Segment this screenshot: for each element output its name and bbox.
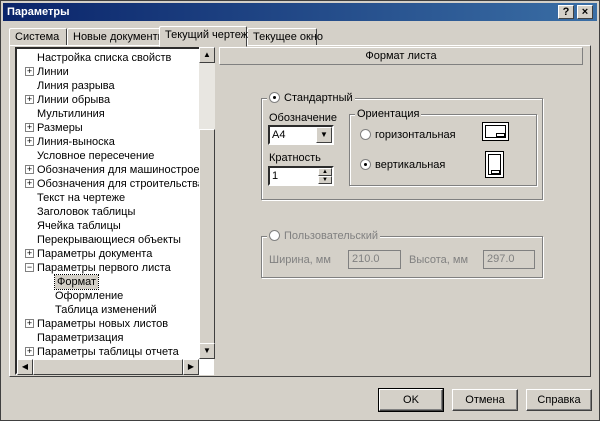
tree-item[interactable]: Параметры новых листов xyxy=(37,317,168,331)
expand-icon[interactable]: + xyxy=(25,165,34,174)
scroll-thumb[interactable] xyxy=(33,359,183,375)
expand-icon[interactable]: + xyxy=(25,347,34,356)
tree-item[interactable]: Линии обрыва xyxy=(37,93,110,107)
scroll-up-icon[interactable]: ▲ xyxy=(199,47,215,63)
tree-item[interactable]: Линия-выноска xyxy=(37,135,115,149)
radio-icon xyxy=(360,129,371,140)
panel-header: Формат листа xyxy=(219,47,583,65)
scroll-thumb[interactable] xyxy=(199,129,215,359)
tree-vertical-scrollbar[interactable]: ▲ ▼ xyxy=(199,47,215,359)
portrait-sheet-icon xyxy=(485,151,504,178)
tree-item[interactable]: Параметры первого листа xyxy=(37,261,171,275)
scroll-left-icon[interactable]: ◀ xyxy=(17,359,33,375)
spin-down-icon[interactable]: ▼ xyxy=(318,176,332,184)
custom-radio[interactable]: Пользовательский xyxy=(267,230,380,243)
multiplicity-stepper[interactable]: 1 ▲ ▼ xyxy=(268,166,334,186)
tab-new-documents[interactable]: Новые документы xyxy=(67,28,166,46)
expand-icon[interactable]: + xyxy=(25,319,34,328)
tab-current-window[interactable]: Текущее окно xyxy=(247,28,323,46)
tree-horizontal-scrollbar[interactable]: ◀ ▶ xyxy=(17,359,199,375)
tree-item[interactable]: Линии xyxy=(37,65,69,79)
height-label: Высота, мм xyxy=(409,254,469,266)
tree-item[interactable]: Перекрывающиеся объекты xyxy=(37,233,181,247)
expand-icon[interactable]: + xyxy=(25,179,34,188)
ok-button[interactable]: OK xyxy=(378,388,444,412)
settings-tree[interactable]: Настройка списка свойств + Линии Линия р… xyxy=(15,47,214,375)
title-bar: Параметры ? × xyxy=(3,3,597,21)
tree-item[interactable]: Обозначения для машиностроения xyxy=(37,163,212,177)
tree-item[interactable]: Текст на чертеже xyxy=(37,191,125,205)
tab-current-drawing[interactable]: Текущий чертеж xyxy=(159,26,248,47)
window-title: Параметры xyxy=(7,6,70,18)
designation-value: А4 xyxy=(272,129,286,141)
tree-item[interactable]: Ячейка таблицы xyxy=(37,219,121,233)
height-field[interactable]: 297.0 xyxy=(483,250,535,269)
tree-item[interactable]: Параметры документа xyxy=(37,247,152,261)
tree-item[interactable]: Заголовок таблицы xyxy=(37,205,135,219)
close-icon[interactable]: × xyxy=(577,5,593,19)
tree-item[interactable]: Размеры xyxy=(37,121,83,135)
tree-item[interactable]: Настройка списка свойств xyxy=(37,51,171,65)
designation-label: Обозначение xyxy=(269,112,338,124)
help-icon[interactable]: ? xyxy=(558,5,574,19)
tree-item[interactable]: Мультилиния xyxy=(37,107,105,121)
tree-item-selected[interactable]: Формат xyxy=(53,274,100,290)
horizontal-radio[interactable]: горизонтальная xyxy=(360,128,456,142)
tree-item[interactable]: Оформление xyxy=(55,289,123,303)
radio-selected-icon xyxy=(269,92,280,103)
orientation-legend: Ориентация xyxy=(355,108,422,121)
multiplicity-value: 1 xyxy=(272,170,279,182)
designation-select[interactable]: А4 ▼ xyxy=(268,125,334,145)
tree-item[interactable]: Условное пересечение xyxy=(37,149,154,163)
expand-icon[interactable]: + xyxy=(25,137,34,146)
horizontal-label: горизонтальная xyxy=(375,129,456,141)
tab-system[interactable]: Система xyxy=(9,28,67,46)
radio-icon xyxy=(269,230,280,241)
chevron-down-icon[interactable]: ▼ xyxy=(316,127,332,143)
spin-up-icon[interactable]: ▲ xyxy=(318,168,332,176)
expand-icon[interactable]: + xyxy=(25,67,34,76)
help-button[interactable]: Справка xyxy=(526,389,592,411)
tree-item[interactable]: Параметры таблицы отчета xyxy=(37,345,179,359)
scroll-down-icon[interactable]: ▼ xyxy=(199,343,215,359)
custom-label: Пользовательский xyxy=(284,230,378,242)
width-label: Ширина, мм xyxy=(269,254,331,266)
multiplicity-label: Кратность xyxy=(269,152,321,164)
expand-icon[interactable]: + xyxy=(25,123,34,132)
cancel-button[interactable]: Отмена xyxy=(452,389,518,411)
tree-item[interactable]: Таблица изменений xyxy=(55,303,157,317)
collapse-icon[interactable]: − xyxy=(25,263,34,272)
standard-label: Стандартный xyxy=(284,92,353,104)
radio-selected-icon xyxy=(360,159,371,170)
tree-item[interactable]: Обозначения для строительства xyxy=(37,177,204,191)
expand-icon[interactable]: + xyxy=(25,249,34,258)
tree-item[interactable]: Линия разрыва xyxy=(37,79,115,93)
expand-icon[interactable]: + xyxy=(25,95,34,104)
scroll-right-icon[interactable]: ▶ xyxy=(183,359,199,375)
landscape-sheet-icon xyxy=(482,122,509,141)
vertical-radio[interactable]: вертикальная xyxy=(360,158,445,172)
standard-radio[interactable]: Стандартный xyxy=(267,92,355,105)
parameters-dialog: Параметры ? × Система Новые документы Те… xyxy=(0,0,600,421)
width-field[interactable]: 210.0 xyxy=(348,250,401,269)
vertical-label: вертикальная xyxy=(375,159,446,171)
tree-item[interactable]: Параметризация xyxy=(37,331,123,345)
